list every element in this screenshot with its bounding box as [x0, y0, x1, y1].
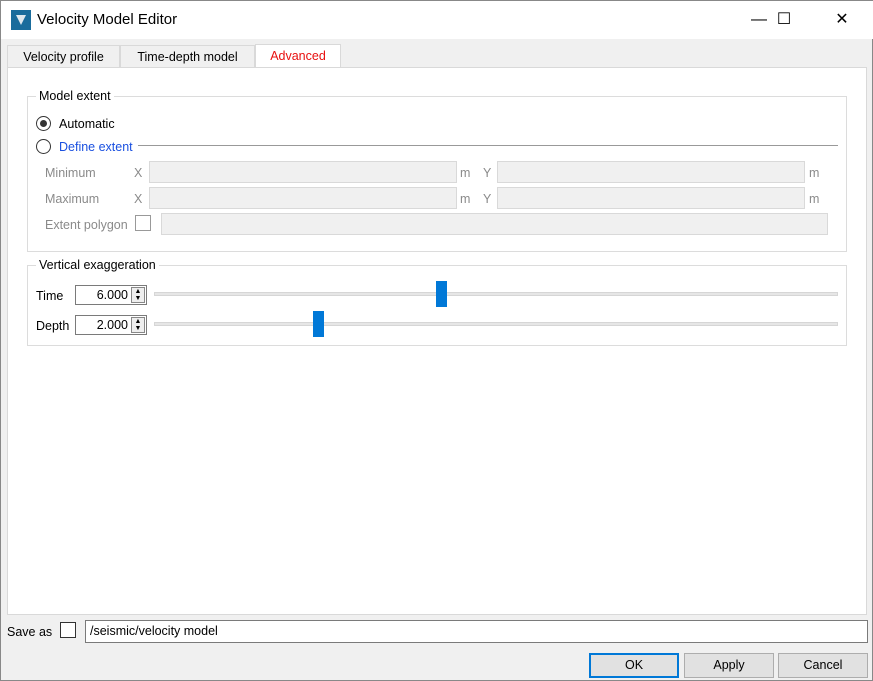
vertical-exaggeration-title: Vertical exaggeration	[36, 258, 159, 272]
min-x-input[interactable]	[149, 161, 457, 183]
time-label: Time	[36, 289, 64, 303]
cancel-button[interactable]: Cancel	[778, 653, 868, 678]
model-extent-group: Model extent Automatic Define extent Min…	[27, 89, 847, 252]
max-x-label: X	[134, 192, 143, 206]
maximum-label: Maximum	[45, 192, 100, 206]
time-spin-arrows[interactable]: ▲ ▼	[131, 287, 145, 303]
divider	[138, 145, 838, 146]
depth-spinbox[interactable]: 2.000 ▲ ▼	[75, 315, 147, 335]
extent-polygon-label: Extent polygon	[45, 218, 128, 232]
tab-time-depth-model[interactable]: Time-depth model	[120, 45, 255, 68]
title-bar: Velocity Model Editor — ☐ ✕	[1, 1, 873, 39]
min-y-unit: m	[809, 166, 820, 180]
max-x-input[interactable]	[149, 187, 457, 209]
window-title: Velocity Model Editor	[37, 11, 178, 28]
save-as-checkbox[interactable]	[60, 622, 76, 638]
time-slider-handle[interactable]	[436, 281, 448, 307]
close-button[interactable]: ✕	[819, 1, 865, 39]
min-x-unit: m	[460, 166, 471, 180]
depth-slider-handle[interactable]	[313, 311, 325, 337]
min-y-label: Y	[483, 166, 492, 180]
depth-value: 2.000	[96, 318, 128, 332]
depth-spin-arrows[interactable]: ▲ ▼	[131, 317, 145, 333]
define-extent-radio[interactable]	[36, 139, 51, 154]
app-icon	[11, 10, 31, 30]
time-slider[interactable]	[154, 292, 838, 296]
max-x-unit: m	[460, 192, 471, 206]
model-extent-title: Model extent	[36, 89, 114, 103]
extent-polygon-input[interactable]	[161, 213, 828, 235]
min-x-label: X	[134, 166, 143, 180]
save-as-label: Save as	[7, 625, 53, 639]
maximize-button[interactable]: ☐	[761, 1, 807, 39]
tab-velocity-profile[interactable]: Velocity profile	[7, 45, 120, 68]
advanced-panel: Model extent Automatic Define extent Min…	[7, 67, 867, 615]
extent-polygon-checkbox[interactable]	[135, 215, 151, 231]
apply-button[interactable]: Apply	[684, 653, 774, 678]
vertical-exaggeration-group: Vertical exaggeration Time 6.000 ▲ ▼ Depth…	[27, 258, 847, 346]
time-spinbox[interactable]: 6.000 ▲ ▼	[75, 285, 147, 305]
ok-button[interactable]: OK	[589, 653, 679, 678]
min-y-input[interactable]	[497, 161, 805, 183]
max-y-label: Y	[483, 192, 492, 206]
depth-slider[interactable]	[154, 322, 838, 326]
max-y-input[interactable]	[497, 187, 805, 209]
define-extent-label: Define extent	[59, 140, 133, 154]
minimum-label: Minimum	[45, 166, 96, 180]
automatic-label: Automatic	[59, 117, 115, 131]
depth-label: Depth	[36, 319, 70, 333]
time-value: 6.000	[96, 288, 128, 302]
tab-advanced[interactable]: Advanced	[255, 44, 341, 68]
automatic-radio[interactable]	[36, 116, 51, 131]
save-path-input[interactable]: /seismic/velocity model	[85, 620, 868, 643]
max-y-unit: m	[809, 192, 820, 206]
